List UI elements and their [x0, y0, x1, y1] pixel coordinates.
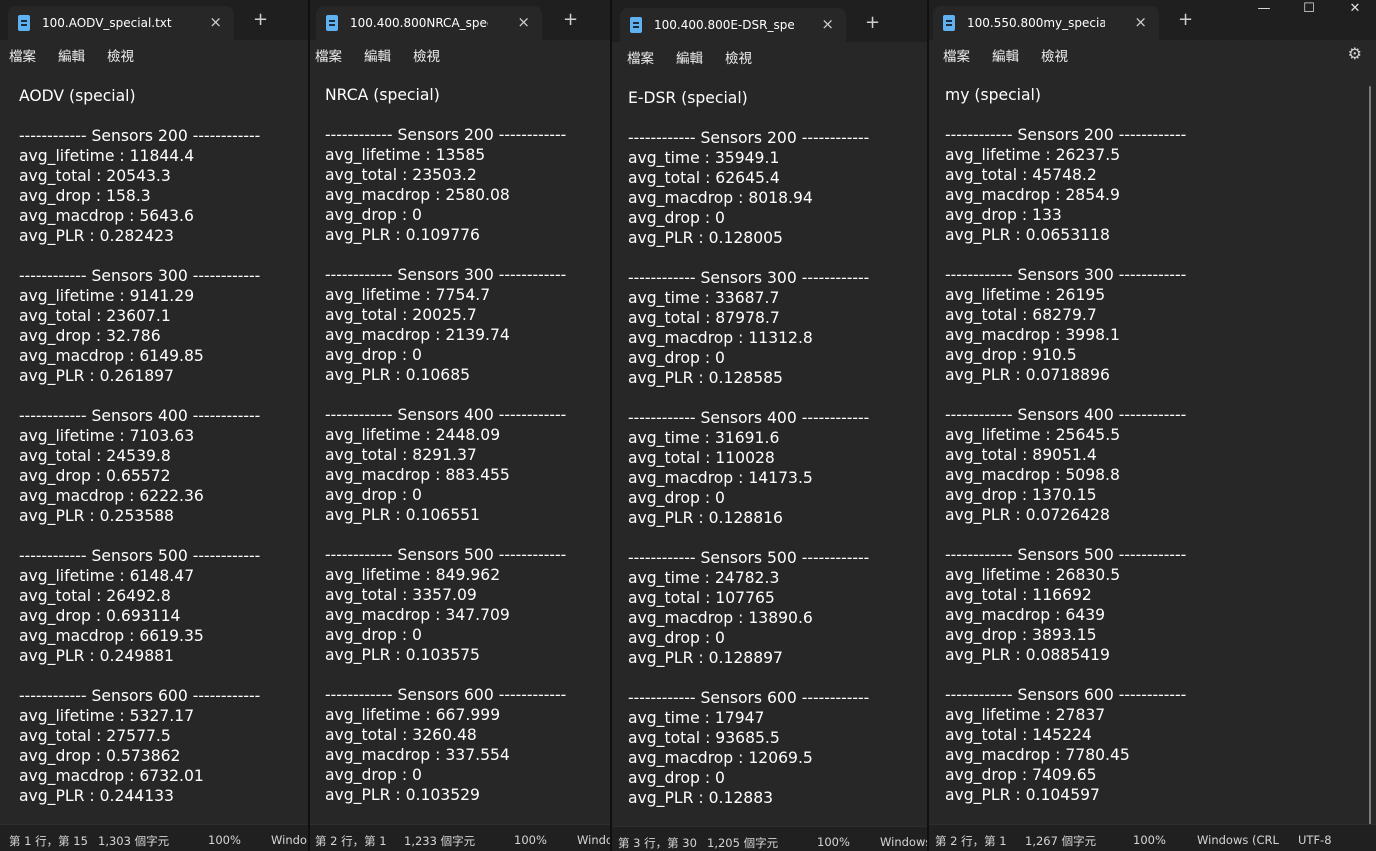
menu-edit[interactable]: 編輯	[676, 45, 703, 69]
close-tab-icon[interactable]: ×	[209, 13, 222, 31]
char-count: 1,205 個字元	[707, 836, 779, 850]
menu-bar: 檔案 編輯 檢視	[612, 42, 927, 72]
tab-title: 100.AODV_special.txt	[42, 16, 172, 30]
status-bar: 第 3 行，第 30 1,205 個字元 100% Windows	[612, 826, 927, 851]
menu-view[interactable]: 檢視	[413, 43, 440, 67]
menu-edit[interactable]: 編輯	[364, 43, 391, 67]
menu-edit[interactable]: 編輯	[58, 43, 85, 67]
menu-view[interactable]: 檢視	[1041, 43, 1068, 67]
close-tab-icon[interactable]: ×	[821, 15, 834, 33]
title-bar: 100.400.800NRCA_special.txt × +	[310, 0, 610, 40]
new-tab-icon[interactable]: +	[865, 13, 880, 33]
menu-file[interactable]: 檔案	[315, 43, 342, 67]
cursor-position: 第 2 行，第 1	[315, 834, 387, 848]
notepad-window-edsr: 100.400.800E-DSR_special.txt × + 檔案 編輯 檢…	[612, 0, 927, 851]
settings-gear-icon[interactable]: ⚙	[1348, 44, 1362, 63]
cursor-position: 第 1 行，第 15	[9, 834, 88, 848]
menu-bar: 檔案 編輯 檢視	[929, 40, 1376, 70]
char-count: 1,233 個字元	[404, 834, 476, 848]
menu-file[interactable]: 檔案	[943, 43, 970, 67]
tab-title: 100.400.800NRCA_special.txt	[350, 16, 488, 30]
vertical-scrollbar[interactable]	[1369, 86, 1371, 826]
new-tab-icon[interactable]: +	[253, 10, 268, 30]
menu-file[interactable]: 檔案	[9, 43, 36, 67]
status-bar: 第 1 行，第 15 1,303 個字元 100% Windo	[0, 824, 308, 851]
notepad-doc-icon	[943, 15, 955, 31]
line-ending[interactable]: Windows (CRLF)	[1197, 833, 1279, 847]
status-bar: 第 2 行，第 1 1,267 個字元 100% Windows (CRLF) …	[929, 824, 1376, 851]
maximize-icon[interactable]: ☐	[1286, 0, 1332, 18]
menu-bar: 檔案 編輯 檢視	[0, 40, 308, 70]
char-count: 1,303 個字元	[98, 834, 170, 848]
menu-view[interactable]: 檢視	[107, 43, 134, 67]
tab-nrca-special[interactable]: 100.400.800NRCA_special.txt ×	[316, 6, 542, 40]
notepad-window-aodv: 100.AODV_special.txt × + 檔案 編輯 檢視 AODV (…	[0, 0, 308, 851]
title-bar: 100.AODV_special.txt × +	[0, 0, 308, 40]
line-ending[interactable]: Windows	[880, 835, 927, 849]
menu-edit[interactable]: 編輯	[992, 43, 1019, 67]
notepad-doc-icon	[18, 15, 30, 31]
tab-aodv-special[interactable]: 100.AODV_special.txt ×	[8, 6, 234, 40]
zoom-level[interactable]: 100%	[208, 833, 241, 847]
notepad-window-nrca: 100.400.800NRCA_special.txt × + 檔案 編輯 檢視…	[310, 0, 610, 851]
tab-my-special[interactable]: 100.550.800my_special.txt ×	[933, 6, 1159, 40]
document-text[interactable]: my (special) ------------ Sensors 200 --…	[945, 85, 1186, 805]
line-ending[interactable]: Windo	[577, 833, 610, 847]
cursor-position: 第 2 行，第 1	[935, 834, 1007, 848]
encoding[interactable]: UTF-8	[1298, 833, 1332, 847]
new-tab-icon[interactable]: +	[563, 10, 578, 30]
line-ending[interactable]: Windo	[271, 833, 308, 847]
tab-title: 100.550.800my_special.txt	[967, 16, 1105, 30]
char-count: 1,267 個字元	[1025, 834, 1097, 848]
text-editor[interactable]: NRCA (special) ------------ Sensors 200 …	[310, 70, 610, 825]
cursor-position: 第 3 行，第 30	[618, 836, 697, 850]
text-editor[interactable]: AODV (special) ------------ Sensors 200 …	[0, 70, 308, 825]
notepad-doc-icon	[630, 17, 642, 33]
notepad-doc-icon	[326, 15, 338, 31]
close-tab-icon[interactable]: ×	[517, 13, 530, 31]
menu-bar: 檔案 編輯 檢視	[310, 40, 610, 70]
tab-edsr-special[interactable]: 100.400.800E-DSR_special.txt ×	[620, 8, 846, 42]
text-editor[interactable]: my (special) ------------ Sensors 200 --…	[929, 70, 1376, 825]
close-tab-icon[interactable]: ×	[1134, 13, 1147, 31]
document-text[interactable]: E-DSR (special) ------------ Sensors 200…	[628, 88, 869, 808]
zoom-level[interactable]: 100%	[514, 833, 547, 847]
zoom-level[interactable]: 100%	[817, 835, 850, 849]
zoom-level[interactable]: 100%	[1133, 833, 1166, 847]
new-tab-icon[interactable]: +	[1178, 10, 1193, 30]
minimize-icon[interactable]: —	[1241, 0, 1287, 18]
title-bar: 100.550.800my_special.txt × + — ☐ ✕	[929, 0, 1376, 40]
notepad-window-my: 100.550.800my_special.txt × + — ☐ ✕ 檔案 編…	[929, 0, 1376, 851]
tab-title: 100.400.800E-DSR_special.txt	[654, 18, 794, 32]
status-bar: 第 2 行，第 1 1,233 個字元 100% Windo	[310, 824, 610, 851]
title-bar: 100.400.800E-DSR_special.txt × +	[612, 0, 927, 42]
document-text[interactable]: AODV (special) ------------ Sensors 200 …	[19, 86, 260, 806]
window-close-icon[interactable]: ✕	[1332, 0, 1376, 18]
document-text[interactable]: NRCA (special) ------------ Sensors 200 …	[325, 85, 566, 805]
menu-view[interactable]: 檢視	[725, 45, 752, 69]
menu-file[interactable]: 檔案	[627, 45, 654, 69]
text-editor[interactable]: E-DSR (special) ------------ Sensors 200…	[612, 72, 927, 825]
